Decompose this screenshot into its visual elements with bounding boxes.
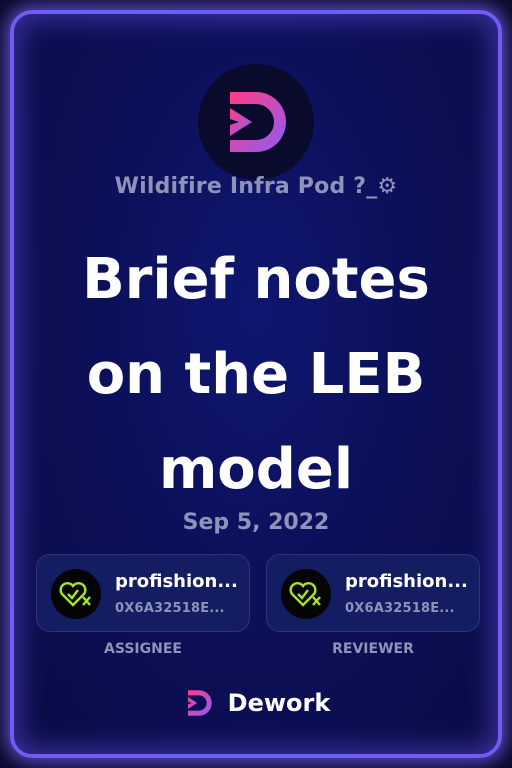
dework-logo-icon <box>187 690 212 716</box>
assignee-card[interactable]: profishion... 0X6A32518E... <box>36 554 250 632</box>
task-date: Sep 5, 2022 <box>182 510 330 535</box>
reviewer-card[interactable]: profishion... 0X6A32518E... <box>266 554 480 632</box>
dework-logo-icon <box>198 64 314 180</box>
task-card: Wildifire Infra Pod ?_⚙ Brief notes on t… <box>10 10 502 758</box>
brand-name: Dework <box>227 689 331 717</box>
org-name: Wildifire Infra Pod ?_⚙ <box>114 174 398 199</box>
assignee-role-label: ASSIGNEE <box>104 641 182 657</box>
assignee-address: 0X6A32518E... <box>115 601 225 616</box>
assignee-name: profishion... <box>115 571 238 592</box>
reviewer-role-label: REVIEWER <box>332 641 414 657</box>
reviewer-name: profishion... <box>345 571 468 592</box>
reviewer-address: 0X6A32518E... <box>345 601 455 616</box>
brand-footer: Dework <box>14 686 498 720</box>
heart-x-avatar-icon <box>51 569 101 619</box>
heart-x-avatar-icon <box>281 569 331 619</box>
task-title: Brief notes on the LEB model <box>82 247 430 502</box>
